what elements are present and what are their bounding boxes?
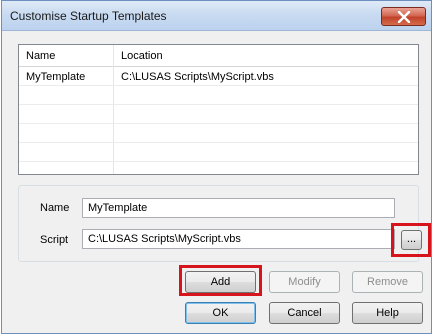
add-button[interactable]: Add	[185, 271, 256, 293]
cancel-button[interactable]: Cancel	[269, 302, 340, 324]
empty-row	[19, 87, 418, 105]
title-bar: Customise Startup Templates	[2, 1, 431, 31]
row-name-cell: MyTemplate	[26, 71, 86, 83]
name-label: Name	[40, 202, 70, 214]
script-field[interactable]: C:\LUSAS Scripts\MyScript.vbs	[82, 229, 395, 249]
empty-row	[19, 125, 418, 143]
empty-row	[19, 144, 418, 162]
empty-row	[19, 106, 418, 124]
templates-list[interactable]: Name Location MyTemplate C:\LUSAS Script…	[18, 44, 419, 175]
row-location-cell: C:\LUSAS Scripts\MyScript.vbs	[121, 71, 274, 83]
dialog-title: Customise Startup Templates	[10, 9, 167, 23]
template-details-group	[18, 185, 419, 262]
customise-startup-templates-dialog: Customise Startup Templates Name Locatio…	[1, 0, 432, 334]
list-header: Name Location	[19, 45, 418, 67]
column-header-name[interactable]: Name	[19, 45, 113, 67]
name-field[interactable]: MyTemplate	[82, 198, 395, 218]
help-button[interactable]: Help	[352, 302, 423, 324]
column-header-location[interactable]: Location	[114, 45, 414, 67]
remove-button[interactable]: Remove	[352, 271, 423, 293]
close-x-icon	[397, 11, 411, 23]
ok-button[interactable]: OK	[185, 302, 256, 324]
close-button[interactable]	[381, 7, 426, 26]
table-row[interactable]: MyTemplate C:\LUSAS Scripts\MyScript.vbs	[19, 68, 418, 86]
modify-button[interactable]: Modify	[269, 271, 340, 293]
script-label: Script	[40, 234, 69, 246]
browse-button[interactable]: ...	[401, 230, 422, 250]
